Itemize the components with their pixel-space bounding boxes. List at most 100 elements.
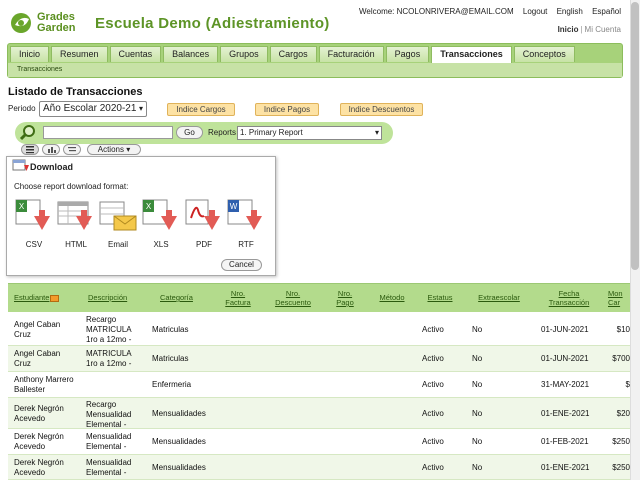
account-links: Inicio | Mi Cuenta (558, 25, 621, 34)
reports-select[interactable]: 1. Primary Report ▾ (237, 126, 382, 140)
periodo-value: Año Escolar 2020-21 (43, 103, 137, 114)
cell-extraescolar: No (472, 354, 483, 363)
group-view-button[interactable] (63, 144, 81, 155)
cell-estatus: Activo (422, 325, 444, 334)
search-input[interactable] (43, 126, 173, 139)
english-link[interactable]: English (557, 7, 583, 16)
tab-facturacion[interactable]: Facturación (318, 46, 384, 62)
cell-categoria: Enfermeria (152, 380, 192, 389)
col-estatus[interactable]: Estatus (420, 293, 460, 302)
col-nro-pago[interactable]: Nro. Pago (330, 289, 360, 307)
col-categoria[interactable]: Categoría (160, 293, 200, 302)
col-nro-factura[interactable]: Nro. Factura (218, 289, 258, 307)
indice-pagos-button[interactable]: Indice Pagos (255, 103, 319, 116)
cell-monto: $250 (612, 463, 630, 472)
cell-estudiante-line: Anthony Marrero (14, 375, 74, 384)
inicio-link[interactable]: Inicio (558, 25, 579, 34)
cell-estudiante-line: Cruz (14, 359, 31, 368)
cell-descripcion-line: Recargo (86, 400, 117, 409)
cell-estatus: Activo (422, 380, 444, 389)
col-metodo[interactable]: Método (374, 293, 410, 302)
cell-monto: $700 (612, 354, 630, 363)
cell-extraescolar: No (472, 380, 483, 389)
col-descripcion[interactable]: Descripción (88, 293, 138, 302)
cell-estatus: Activo (422, 437, 444, 446)
chart-view-button[interactable] (42, 144, 60, 155)
logo-leaf-icon (11, 13, 31, 33)
chart-icon (48, 147, 56, 153)
sub-nav-transacciones[interactable]: Transacciones (17, 66, 62, 73)
cell-extraescolar: No (472, 437, 483, 446)
pdf-format-button[interactable] (184, 198, 224, 236)
cell-estudiante-line: Acevedo (14, 414, 46, 423)
html-format-button[interactable] (56, 198, 96, 236)
page-title: Listado de Transacciones (8, 86, 143, 98)
logout-link[interactable]: Logout (523, 7, 547, 16)
col-nro-descuento[interactable]: Nro. Descuento (270, 289, 316, 307)
cell-descripcion: Recargo Mensualidad Elemental - (86, 400, 148, 430)
col-estudiante[interactable]: Estudiante (14, 293, 74, 302)
espanol-link[interactable]: Español (592, 7, 621, 16)
sort-ascending-icon[interactable] (50, 294, 60, 302)
report-view-button[interactable] (21, 144, 39, 155)
tab-resumen[interactable]: Resumen (51, 46, 108, 62)
mi-cuenta-link[interactable]: Mi Cuenta (585, 25, 621, 34)
nav-tabs: Inicio Resumen Cuentas Balances Grupos C… (10, 46, 577, 63)
tab-pagos[interactable]: Pagos (385, 46, 430, 62)
tab-conceptos[interactable]: Conceptos (513, 46, 575, 62)
indice-cargos-button[interactable]: Indice Cargos (167, 103, 235, 116)
cell-fecha: 31-MAY-2021 (541, 380, 590, 389)
cell-monto: $250 (612, 437, 630, 446)
email-format-button[interactable] (98, 198, 138, 236)
table-row[interactable]: Derek Negrón Acevedo Mensualidad Elemental … (8, 429, 630, 455)
chevron-down-icon: ▾ (374, 128, 379, 137)
svg-text:W: W (230, 202, 238, 211)
email-file-icon (99, 201, 137, 231)
cell-extraescolar: No (472, 463, 483, 472)
cell-fecha: 01-JUN-2021 (541, 354, 589, 363)
xls-format-button[interactable]: X (141, 198, 181, 236)
school-title: Escuela Demo (Adiestramiento) (95, 15, 330, 32)
go-button[interactable]: Go (176, 126, 203, 139)
col-fecha-transaccion[interactable]: Fecha Transacción (544, 289, 594, 307)
svg-text:X: X (19, 202, 25, 211)
cell-categoria: Mensualidades (152, 409, 206, 418)
cell-descripcion: Mensualidad Elemental - (86, 458, 148, 478)
cell-estudiante-line: Derek Negrón (14, 458, 64, 467)
cell-descripcion-line: Elemental - (86, 468, 127, 477)
link-separator: | (580, 25, 583, 34)
main-nav: Inicio Resumen Cuentas Balances Grupos C… (7, 43, 623, 78)
periodo-select[interactable]: Año Escolar 2020-21 ▾ (39, 101, 147, 117)
cell-estudiante-line: Angel Caban (14, 349, 61, 358)
indice-descuentos-button[interactable]: Indice Descuentos (340, 103, 423, 116)
grades-garden-logo[interactable]: Grades Garden (9, 11, 91, 35)
cell-extraescolar: No (472, 325, 483, 334)
actions-button[interactable]: Actions ▾ (87, 144, 141, 155)
table-row[interactable]: Derek Negrón Acevedo Recargo Mensualidad Ele… (8, 398, 630, 429)
csv-label: CSV (25, 240, 43, 249)
scrollbar-thumb[interactable] (631, 2, 639, 270)
csv-format-button[interactable]: X (14, 198, 54, 236)
table-row[interactable]: Angel Caban Cruz MATRICULA 1ro a 12mo - Matr… (8, 346, 630, 372)
email-label: Email (107, 240, 128, 249)
reports-value: 1. Primary Report (240, 128, 303, 137)
pdf-file-icon (185, 199, 220, 230)
xls-label: XLS (153, 240, 169, 249)
tab-cuentas[interactable]: Cuentas (109, 46, 162, 62)
tab-balances[interactable]: Balances (163, 46, 219, 62)
table-row[interactable]: Angel Caban Cruz Recargo MATRICULA 1ro a 12m… (8, 313, 630, 346)
cell-descripcion-line: Mensualidad (86, 458, 132, 467)
search-icon[interactable] (18, 123, 38, 143)
cell-extraescolar: No (472, 409, 483, 418)
table-row[interactable]: Anthony Marrero Ballester Enfermeria Activo… (8, 372, 630, 398)
tab-transacciones[interactable]: Transacciones (431, 46, 512, 63)
col-monto-cargo[interactable]: Mon Car (608, 289, 628, 307)
rtf-format-button[interactable]: W (226, 198, 266, 236)
tab-inicio[interactable]: Inicio (10, 46, 50, 62)
col-extraescolar[interactable]: Extraescolar (474, 293, 524, 302)
tab-cargos[interactable]: Cargos (269, 46, 317, 62)
cancel-button[interactable]: Cancel (221, 259, 262, 271)
table-row[interactable]: Derek Negrón Acevedo Mensualidad Elemental … (8, 455, 630, 480)
tab-grupos[interactable]: Grupos (220, 46, 268, 62)
cell-estudiante: Angel Caban Cruz (14, 349, 84, 369)
